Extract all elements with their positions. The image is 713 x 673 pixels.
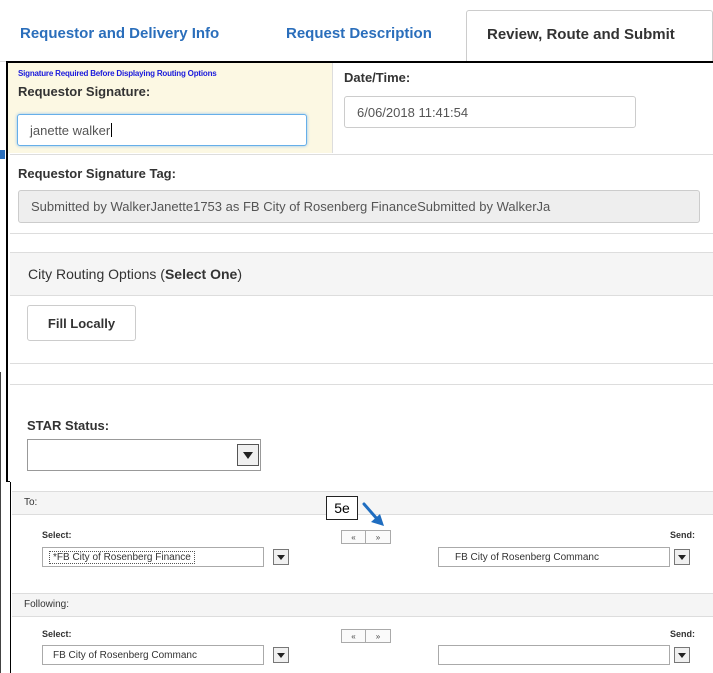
divider — [332, 63, 333, 153]
routing-title: City Routing Options (Select One) — [28, 266, 242, 282]
highlight-outline-outer — [0, 372, 1, 673]
to-mover-buttons: « » — [341, 530, 391, 544]
highlight-outline-left-lower — [10, 482, 11, 673]
tab-request-description[interactable]: Request Description — [266, 10, 466, 62]
star-status-dropdown-button[interactable] — [237, 444, 259, 466]
move-right-button[interactable]: » — [366, 530, 391, 544]
divider — [10, 233, 713, 234]
signature-warning: Signature Required Before Displaying Rou… — [18, 69, 217, 78]
datetime-label: Date/Time: — [344, 70, 411, 85]
divider — [10, 384, 713, 385]
signature-tag-value: Submitted by WalkerJanette1753 as FB Cit… — [31, 199, 551, 214]
to-send-label: Send: — [670, 530, 696, 540]
following-select-dropdown-button[interactable] — [273, 647, 289, 663]
arrow-marker — [0, 150, 5, 159]
tab-review-route-submit[interactable]: Review, Route and Submit — [466, 10, 713, 62]
tab-requestor-delivery-info[interactable]: Requestor and Delivery Info — [6, 10, 261, 62]
following-select-dropdown[interactable]: FB City of Rosenberg Commanc — [42, 645, 264, 665]
annotation-step-label: 5e — [326, 496, 358, 520]
following-select-label: Select: — [42, 629, 72, 639]
datetime-value: 6/06/2018 11:41:54 — [357, 104, 469, 120]
following-send-label: Send: — [670, 629, 696, 639]
chevron-down-icon — [678, 554, 686, 560]
divider — [10, 154, 713, 155]
tab-bar: Requestor and Delivery Info Request Desc… — [0, 0, 713, 62]
signature-input[interactable]: janette walker — [17, 114, 307, 146]
to-select-dropdown[interactable]: *FB City of Rosenberg Finance — [42, 547, 264, 567]
to-send-dropdown-button[interactable] — [674, 549, 690, 565]
signature-label: Requestor Signature: — [18, 84, 151, 99]
to-send-dropdown[interactable]: FB City of Rosenberg Commanc — [438, 547, 670, 567]
move-left-button[interactable]: « — [341, 530, 366, 544]
signature-tag-label: Requestor Signature Tag: — [18, 166, 176, 181]
following-send-dropdown-button[interactable] — [674, 647, 690, 663]
following-header: Following: — [12, 593, 713, 617]
to-select-dropdown-button[interactable] — [273, 549, 289, 565]
star-status-select[interactable] — [27, 439, 261, 471]
following-send-dropdown[interactable] — [438, 645, 670, 665]
signature-input-value: janette walker — [30, 122, 111, 138]
to-select-label: Select: — [42, 530, 72, 540]
star-status-label: STAR Status: — [27, 418, 110, 433]
signature-tag-field: Submitted by WalkerJanette1753 as FB Cit… — [18, 190, 700, 223]
datetime-field[interactable]: 6/06/2018 11:41:54 — [344, 96, 636, 128]
move-left-button[interactable]: « — [341, 629, 366, 643]
fill-locally-button[interactable]: Fill Locally — [27, 305, 136, 341]
text-caret — [111, 123, 113, 137]
following-mover-buttons: « » — [341, 629, 391, 643]
annotation-arrow-icon — [362, 502, 384, 526]
chevron-down-icon — [243, 451, 253, 459]
divider — [10, 363, 713, 364]
chevron-down-icon — [678, 652, 686, 658]
chevron-down-icon — [277, 652, 285, 658]
move-right-button[interactable]: » — [366, 629, 391, 643]
chevron-down-icon — [277, 554, 285, 560]
